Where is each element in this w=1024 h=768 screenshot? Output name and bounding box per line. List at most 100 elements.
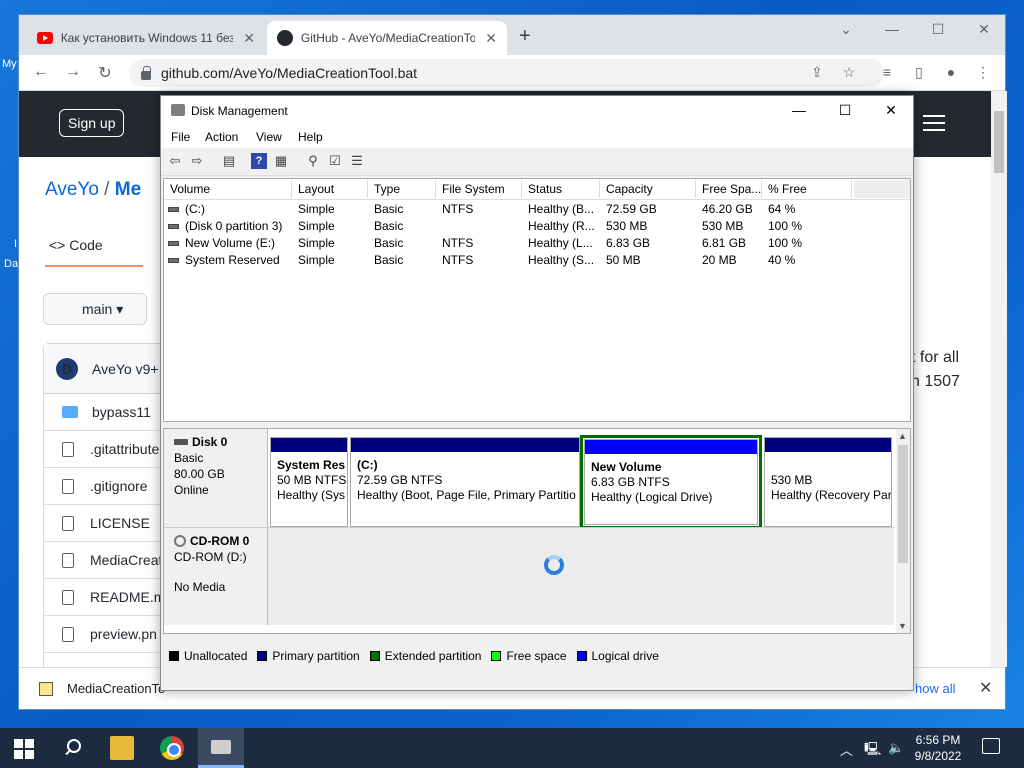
column-header-filesystem[interactable]: File System [436, 180, 522, 198]
disk-view-scrollbar[interactable]: ▲ ▼ [896, 429, 910, 633]
disk-name: Disk 0 [192, 435, 228, 449]
close-window-button[interactable]: ✕ [969, 21, 999, 38]
close-tab-icon[interactable]: ✕ [485, 30, 497, 47]
address-bar[interactable]: github.com/AveYo/MediaCreationTool.bat [129, 59, 884, 87]
menu-action[interactable]: Action [205, 130, 238, 144]
percent-free-cell: 100 % [768, 219, 803, 233]
column-header-capacity[interactable]: Capacity [600, 180, 696, 198]
close-button[interactable]: ✕ [881, 102, 901, 119]
file-explorer-icon[interactable] [110, 736, 134, 760]
repo-owner-link[interactable]: AveYo [45, 179, 99, 200]
console-tree-icon[interactable]: ▤ [221, 153, 237, 169]
type-cell: Basic [374, 236, 404, 250]
menu-file[interactable]: File [171, 130, 190, 144]
new-tab-button[interactable]: + [519, 25, 531, 48]
partition-new-volume[interactable]: New Volume 6.83 GB NTFS Healthy (Logical D… [584, 439, 758, 525]
profile-icon[interactable]: ● [941, 64, 961, 80]
chrome-icon[interactable] [160, 736, 184, 760]
network-icon[interactable]: 🖳 [864, 740, 881, 762]
maximize-button[interactable]: ☐ [835, 102, 855, 119]
partition-recovery[interactable]: 530 MB Healthy (Recovery Par [764, 437, 892, 527]
column-header-status[interactable]: Status [522, 180, 600, 198]
legend-label: Extended partition [384, 649, 482, 663]
minimize-button[interactable]: — [877, 21, 907, 37]
menu-kebab-icon[interactable]: ⋮ [973, 64, 993, 81]
column-header-layout[interactable]: Layout [292, 180, 368, 198]
github-icon [277, 30, 293, 46]
volume-icon[interactable]: 🔈 [888, 740, 904, 756]
drive-icon [168, 224, 179, 230]
legend-swatch [576, 651, 587, 661]
avatar[interactable]: D [56, 357, 78, 380]
tab-github[interactable]: GitHub - AveYo/MediaCreationTo ✕ [267, 21, 507, 55]
tab-code[interactable]: <> Code [49, 237, 103, 253]
share-icon[interactable]: ⇪ [807, 64, 827, 81]
close-tab-icon[interactable]: ✕ [243, 30, 255, 47]
properties-icon[interactable]: ▦ [273, 153, 289, 169]
cdrom-area[interactable] [268, 527, 894, 625]
back-icon[interactable]: ← [29, 63, 53, 81]
page-scrollbar[interactable] [991, 91, 1007, 667]
download-item[interactable]: MediaCreationTo [67, 681, 165, 696]
forward-icon[interactable]: → [61, 63, 85, 81]
tab-title: Как установить Windows 11 без [60, 31, 234, 45]
back-icon[interactable]: ⇦ [167, 153, 183, 169]
close-download-shelf-icon[interactable]: ✕ [979, 678, 992, 698]
table-row[interactable]: New Volume (E:) Simple Basic NTFS Health… [164, 235, 910, 252]
commit-author[interactable]: AveYo v9+ [92, 361, 159, 377]
disk-management-taskbar-icon[interactable] [198, 728, 244, 768]
hamburger-menu-icon[interactable] [923, 115, 945, 131]
partition-status: Healthy (Boot, Page File, Primary Partit… [357, 488, 576, 502]
maximize-button[interactable]: ☐ [923, 21, 953, 38]
list-icon[interactable]: ☰ [349, 153, 365, 169]
column-header-percent-free[interactable]: % Free [762, 180, 852, 198]
primary-partition-bar [351, 438, 579, 452]
check-icon[interactable]: ☑ [327, 153, 343, 169]
notification-icon[interactable] [982, 738, 1000, 754]
table-row[interactable]: (C:) Simple Basic NTFS Healthy (B... 72.… [164, 201, 910, 218]
desktop-label[interactable]: My [2, 58, 17, 70]
minimize-button[interactable]: — [789, 102, 809, 118]
partition-c[interactable]: (C:) 72.59 GB NTFS Healthy (Boot, Page Fil… [350, 437, 580, 527]
reading-list-icon[interactable]: ≡ [877, 64, 897, 80]
reload-icon[interactable]: ↻ [93, 63, 117, 83]
tray-overflow-icon[interactable]: ︿ [840, 740, 853, 759]
disk0-info[interactable]: Disk 0 Basic 80.00 GB Online [164, 429, 268, 527]
menu-view[interactable]: View [256, 130, 282, 144]
branch-select-button[interactable]: main ▾ [43, 293, 147, 325]
connect-icon[interactable]: ⚲ [305, 153, 321, 169]
page-scrollbar-thumb[interactable] [994, 111, 1004, 173]
tab-youtube[interactable]: Как установить Windows 11 без ✕ [27, 21, 265, 55]
partition-system-reserved[interactable]: System Res 50 MB NTFS Healthy (Sys [270, 437, 348, 527]
show-all-button[interactable]: how all [915, 681, 955, 696]
table-row[interactable]: System Reserved Simple Basic NTFS Health… [164, 252, 910, 269]
repo-name-link[interactable]: Me [115, 179, 141, 200]
table-row[interactable]: (Disk 0 partition 3) Simple Basic Health… [164, 218, 910, 235]
scroll-up-icon[interactable]: ▲ [898, 431, 907, 441]
title-bar[interactable]: Disk Management — ☐ ✕ [161, 96, 913, 126]
column-header-free-space[interactable]: Free Spa... [696, 180, 762, 198]
clock[interactable]: 6:56 PM 9/8/2022 [910, 732, 966, 764]
address-url: github.com/AveYo/MediaCreationTool.bat [161, 65, 418, 81]
start-button[interactable] [14, 739, 34, 759]
cdrom-name: CD-ROM 0 [190, 534, 250, 548]
scroll-down-icon[interactable]: ▼ [898, 621, 907, 631]
scrollbar-thumb[interactable] [898, 445, 908, 563]
desktop-label[interactable]: I [14, 238, 17, 250]
bookmark-star-icon[interactable]: ☆ [839, 64, 859, 81]
menu-help[interactable]: Help [298, 130, 323, 144]
column-header-type[interactable]: Type [368, 180, 436, 198]
tab-search-icon[interactable]: ⌄ [831, 21, 861, 38]
cdrom-info[interactable]: CD-ROM 0 CD-ROM (D:) No Media [164, 527, 268, 625]
lock-icon[interactable] [141, 65, 151, 80]
search-icon[interactable] [62, 738, 82, 758]
column-header-volume[interactable]: Volume [164, 180, 292, 198]
repo-title: AveYo / Me [45, 179, 141, 201]
primary-partition-bar [271, 438, 347, 452]
legend: Unallocated Primary partition Extended p… [163, 646, 911, 666]
sign-up-button[interactable]: Sign up [59, 109, 125, 137]
side-panel-icon[interactable]: ▯ [909, 64, 929, 81]
forward-icon[interactable]: ⇨ [189, 153, 205, 169]
desktop-label[interactable]: Da [4, 258, 18, 270]
help-icon[interactable]: ? [251, 153, 267, 169]
